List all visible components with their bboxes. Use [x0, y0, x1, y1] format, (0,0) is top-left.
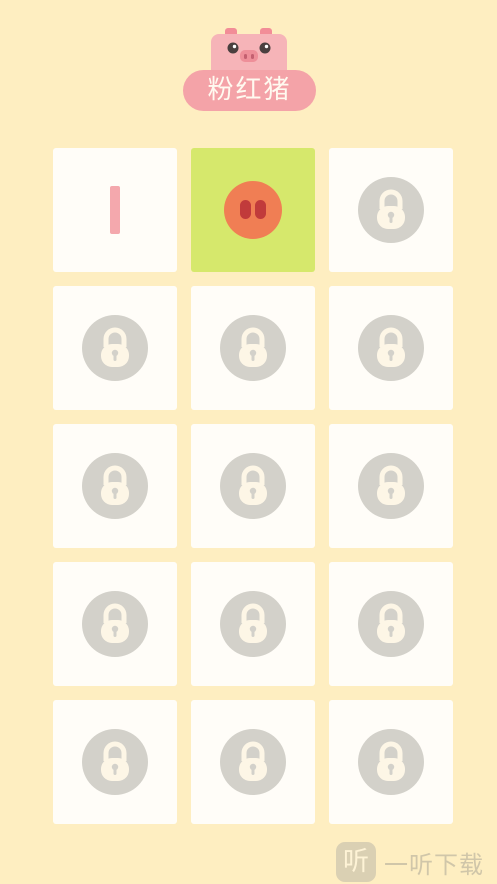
bar-icon [110, 186, 120, 234]
lock-icon [220, 729, 286, 795]
lock-icon [358, 591, 424, 657]
pig-snout-icon [224, 181, 282, 239]
level-tile-15[interactable] [329, 700, 453, 824]
level-tile-10[interactable] [53, 562, 177, 686]
lock-icon [220, 453, 286, 519]
level-tile-14[interactable] [191, 700, 315, 824]
lock-icon [358, 315, 424, 381]
page-title: 粉红猪 [183, 70, 316, 111]
watermark-text: 一听下载 [384, 850, 484, 879]
watermark: 听 一听下载 [336, 840, 497, 884]
lock-icon [82, 315, 148, 381]
watermark-logo-icon: 听 [336, 842, 376, 882]
lock-icon [358, 729, 424, 795]
lock-icon [358, 453, 424, 519]
lock-icon [220, 315, 286, 381]
level-tile-3[interactable] [329, 148, 453, 272]
level-tile-13[interactable] [53, 700, 177, 824]
level-tile-2[interactable] [191, 148, 315, 272]
lock-icon [220, 591, 286, 657]
level-tile-7[interactable] [53, 424, 177, 548]
level-tile-9[interactable] [329, 424, 453, 548]
level-grid [53, 148, 453, 824]
lock-icon [82, 591, 148, 657]
level-tile-8[interactable] [191, 424, 315, 548]
lock-icon [358, 177, 424, 243]
level-tile-1[interactable] [53, 148, 177, 272]
level-tile-5[interactable] [191, 286, 315, 410]
header: 粉红猪 [0, 0, 497, 120]
level-tile-11[interactable] [191, 562, 315, 686]
lock-icon [82, 453, 148, 519]
lock-icon [82, 729, 148, 795]
level-tile-6[interactable] [329, 286, 453, 410]
level-tile-4[interactable] [53, 286, 177, 410]
level-tile-12[interactable] [329, 562, 453, 686]
